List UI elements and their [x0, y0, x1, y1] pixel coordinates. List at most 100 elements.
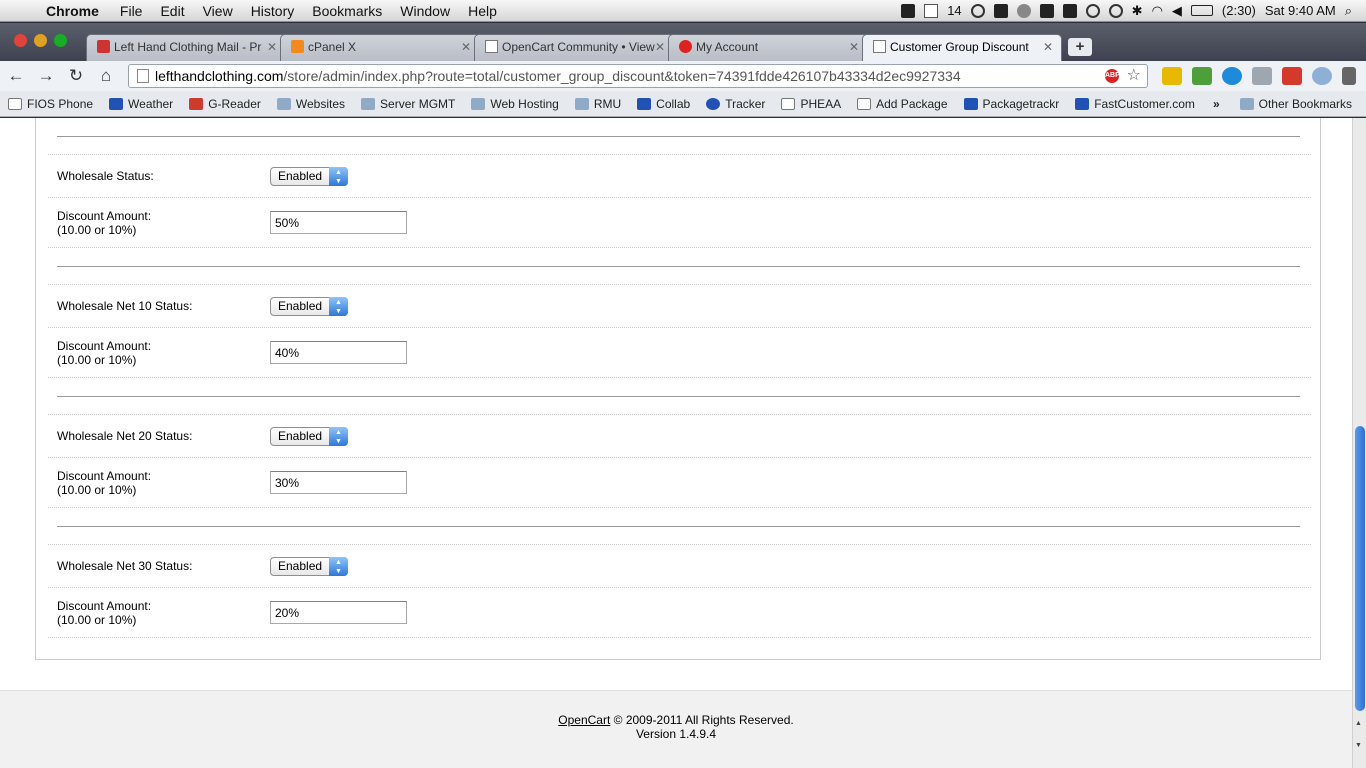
scroll-up-arrow-icon[interactable]: ▲ — [1355, 720, 1362, 727]
group-separator — [48, 248, 1311, 285]
page-viewport: Wholesale Status: Enabled ▲ ▼ Discount Amo… — [0, 118, 1352, 768]
spotlight-search-icon[interactable]: ⌕ — [1345, 3, 1352, 19]
menu-edit[interactable]: Edit — [151, 3, 193, 19]
bookmark-g-reader[interactable]: G-Reader — [181, 97, 269, 111]
bluetooth-icon[interactable]: ✱ — [1132, 3, 1143, 19]
bookmarks-overflow-chevron[interactable]: » — [1213, 97, 1220, 111]
fastcustomer-icon — [1075, 97, 1090, 110]
bookmark-rmu[interactable]: RMU — [567, 97, 629, 111]
scroll-down-arrow-icon[interactable]: ▼ — [1355, 742, 1362, 749]
minimize-window-button[interactable] — [34, 34, 47, 47]
scrollbar-thumb[interactable] — [1355, 426, 1365, 711]
group-separator — [48, 378, 1311, 415]
bookmark-pheaa[interactable]: PHEAA — [773, 97, 849, 111]
menu-app-chrome[interactable]: Chrome — [44, 3, 111, 19]
wholesale-net-10-status-select[interactable]: Enabled ▲ ▼ — [270, 296, 348, 316]
close-window-button[interactable] — [14, 34, 27, 47]
close-tab-icon[interactable]: ✕ — [849, 40, 859, 54]
clipboard-icon[interactable] — [1039, 3, 1054, 18]
discount-amount-row: Discount Amount: (10.00 or 10%) — [48, 328, 1311, 378]
battery-icon[interactable] — [1190, 5, 1213, 16]
bookmark-collab[interactable]: Collab — [629, 97, 698, 111]
wholesale-net-30-discount-input[interactable] — [270, 601, 407, 624]
home-icon[interactable]: ⌂ — [92, 66, 120, 86]
menu-file[interactable]: File — [111, 3, 152, 19]
url-path: /store/admin/index.php?route=total/custo… — [283, 68, 961, 84]
wholesale-net-20-status-select[interactable]: Enabled ▲ ▼ — [270, 426, 348, 446]
extension-gmail-icon[interactable] — [1282, 67, 1302, 85]
bookmark-server-mgmt[interactable]: Server MGMT — [353, 97, 463, 111]
wholesale-net-30-status-select[interactable]: Enabled ▲ ▼ — [270, 556, 348, 576]
evernote-icon[interactable] — [993, 3, 1008, 18]
tab-my-account[interactable]: My Account ✕ — [668, 34, 868, 61]
package-icon — [963, 97, 978, 110]
folder-icon[interactable] — [901, 3, 916, 18]
opencart-link[interactable]: OpenCart — [558, 713, 610, 727]
forward-icon[interactable]: → — [32, 66, 60, 86]
folder-icon — [574, 97, 589, 110]
time-machine-icon[interactable] — [1108, 3, 1123, 18]
tab-gmail[interactable]: Left Hand Clothing Mail - Pr ✕ — [86, 34, 286, 61]
menu-bookmarks[interactable]: Bookmarks — [303, 3, 391, 19]
close-tab-icon[interactable]: ✕ — [1043, 40, 1053, 54]
collab-icon — [637, 97, 652, 110]
close-tab-icon[interactable]: ✕ — [267, 40, 277, 54]
page-icon — [857, 97, 872, 110]
bookmark-websites[interactable]: Websites — [269, 97, 353, 111]
bookmark-packagetrackr[interactable]: Packagetrackr — [956, 97, 1068, 111]
hand-icon — [679, 40, 692, 53]
address-bar[interactable]: lefthandclothing.com/store/admin/index.p… — [128, 64, 1148, 88]
menu-history[interactable]: History — [242, 3, 304, 19]
bookmark-fastcustomer[interactable]: FastCustomer.com — [1067, 97, 1203, 111]
wifi-icon[interactable]: ◠ — [1152, 3, 1163, 19]
select-arrows-icon: ▲ ▼ — [329, 296, 348, 316]
calendar-icon[interactable] — [924, 3, 939, 18]
adblock-icon[interactable]: ABP — [1105, 69, 1120, 83]
group-status-row: Wholesale Net 30 Status: Enabled ▲ ▼ — [48, 545, 1311, 588]
wholesale-status-select[interactable]: Enabled ▲ ▼ — [270, 166, 348, 186]
bookmark-web-hosting[interactable]: Web Hosting — [463, 97, 566, 111]
wholesale-net-10-discount-input[interactable] — [270, 341, 407, 364]
extension-evernote-icon[interactable] — [1192, 67, 1212, 85]
reload-icon[interactable]: ↻ — [62, 66, 90, 86]
clock[interactable]: Sat 9:40 AM — [1265, 3, 1336, 18]
chat-icon[interactable] — [970, 3, 985, 18]
wholesale-net-20-discount-input[interactable] — [270, 471, 407, 494]
menu-help[interactable]: Help — [459, 3, 506, 19]
wrench-menu-icon[interactable] — [1342, 67, 1356, 85]
extension-mail-icon[interactable] — [1252, 67, 1272, 85]
close-tab-icon[interactable]: ✕ — [655, 40, 665, 54]
zoom-window-button[interactable] — [54, 34, 67, 47]
bookmark-weather[interactable]: Weather — [101, 97, 181, 111]
extension-skype-icon[interactable] — [1222, 67, 1242, 85]
tab-cpanel[interactable]: cPanel X ✕ — [280, 34, 480, 61]
extension-cloud-icon[interactable] — [1312, 67, 1332, 85]
bookmark-tracker[interactable]: Tracker — [698, 97, 773, 111]
folder-icon — [471, 97, 486, 110]
back-icon[interactable]: ← — [2, 66, 30, 86]
discount-amount-hint: (10.00 or 10%) — [57, 482, 137, 497]
close-tab-icon[interactable]: ✕ — [461, 40, 471, 54]
wholesale-discount-input[interactable] — [270, 211, 407, 234]
dropbox-icon[interactable] — [1062, 3, 1077, 18]
tab-customer-group-discount[interactable]: Customer Group Discount ✕ — [862, 34, 1062, 61]
extension-signin-icon[interactable] — [1162, 67, 1182, 85]
discount-amount-hint: (10.00 or 10%) — [57, 612, 137, 627]
bookmark-fios-phone[interactable]: FIOS Phone — [0, 97, 101, 111]
sync-icon[interactable] — [1085, 3, 1100, 18]
bookmark-star-icon[interactable]: ☆ — [1127, 65, 1141, 87]
new-tab-button[interactable]: + — [1068, 38, 1092, 56]
notification-count[interactable]: 14 — [947, 3, 961, 18]
tab-opencart-community[interactable]: OpenCart Community • View ✕ — [474, 34, 674, 61]
disk-icon[interactable] — [1016, 3, 1031, 18]
window-controls — [14, 34, 67, 47]
volume-icon[interactable]: ◀ — [1172, 3, 1182, 19]
discount-amount-row: Discount Amount: (10.00 or 10%) — [48, 458, 1311, 508]
menu-view[interactable]: View — [194, 3, 242, 19]
browser-tab-bar: Left Hand Clothing Mail - Pr ✕ cPanel X ✕ … — [0, 23, 1366, 61]
menu-window[interactable]: Window — [391, 3, 459, 19]
group-status-row: Wholesale Net 10 Status: Enabled ▲ ▼ — [48, 285, 1311, 328]
bookmark-add-package[interactable]: Add Package — [849, 97, 955, 111]
other-bookmarks[interactable]: Other Bookmarks — [1232, 97, 1360, 111]
vertical-scrollbar[interactable]: ▲ ▼ — [1352, 118, 1366, 768]
